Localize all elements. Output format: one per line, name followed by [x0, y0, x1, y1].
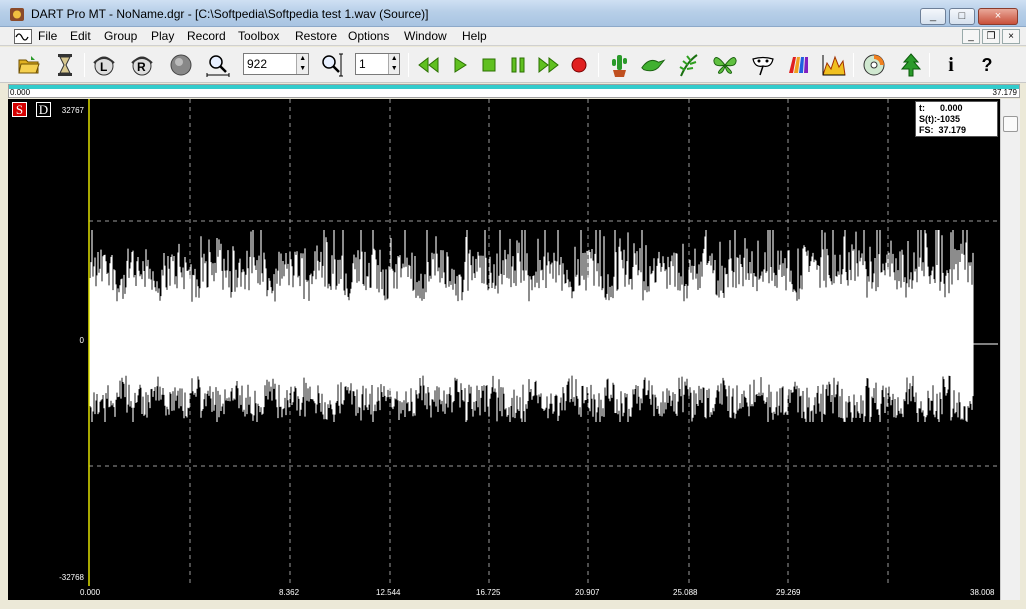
cursor-info-box: t: 0.000 S(t):-1035 FS: 37.179	[915, 101, 998, 137]
window-bottom-edge	[0, 600, 1026, 609]
rewind-icon[interactable]	[415, 52, 441, 78]
bird-icon[interactable]	[640, 52, 666, 78]
play-left-channel-icon[interactable]: L	[91, 52, 117, 78]
waveform-signal	[89, 230, 974, 422]
menu-window[interactable]: Window	[404, 29, 447, 43]
ruler-start-label: 0.000	[10, 88, 31, 97]
pause-icon[interactable]	[505, 52, 531, 78]
cursor-fs-readout: FS: 37.179	[919, 125, 967, 135]
toolbar: L R ▲▼ ▲▼	[0, 47, 1026, 83]
position-ruler[interactable]: 0.000 37.179	[8, 84, 1020, 98]
title-bar: DART Pro MT - NoName.dgr - [C:\Softpedia…	[0, 0, 1026, 27]
fern-icon[interactable]	[676, 52, 702, 78]
x-tick-label: 12.544	[376, 588, 401, 597]
x-tick-label: 20.907	[575, 588, 600, 597]
play-icon[interactable]	[447, 52, 473, 78]
y-max-label: 32767	[61, 106, 84, 115]
waveform-plot[interactable]: S D 32767 0 -32768 0.000 8.362 12.544 16…	[8, 99, 1000, 600]
menu-edit[interactable]: Edit	[70, 29, 91, 43]
tree-icon[interactable]	[898, 52, 924, 78]
cursor-sample-readout: S(t):-1035	[919, 114, 961, 124]
spin-down-icon[interactable]: ▼	[297, 64, 308, 74]
mdi-restore-button[interactable]: ❐	[982, 29, 1000, 44]
hourglass-icon[interactable]	[52, 52, 78, 78]
x-tick-label: 38.008	[970, 588, 995, 597]
spectrum-icon[interactable]	[786, 52, 812, 78]
minimize-button[interactable]: _	[920, 8, 946, 25]
menu-help[interactable]: Help	[462, 29, 487, 43]
stop-icon[interactable]	[476, 52, 502, 78]
vertical-scrollbar[interactable]	[1000, 99, 1020, 600]
window-title: DART Pro MT - NoName.dgr - [C:\Softpedia…	[31, 7, 429, 21]
open-folder-icon[interactable]	[16, 52, 42, 78]
ruler-progress-bar	[9, 85, 1019, 89]
play-right-channel-icon[interactable]: R	[129, 52, 155, 78]
help-question-icon[interactable]: ?	[974, 52, 1000, 78]
waveform-doc-icon[interactable]	[14, 29, 32, 44]
x-tick-label: 25.088	[673, 588, 698, 597]
fast-forward-icon[interactable]	[536, 52, 562, 78]
info-icon[interactable]: i	[938, 52, 964, 78]
cursor-time-readout: t: 0.000	[919, 103, 963, 113]
svg-text:L: L	[100, 60, 107, 74]
x-tick-label: 16.725	[476, 588, 501, 597]
zoom-vertical-icon[interactable]	[318, 52, 344, 78]
x-tick-label: 8.362	[279, 588, 300, 597]
mask-icon[interactable]	[750, 52, 776, 78]
zoom-input[interactable]	[244, 54, 297, 74]
x-tick-label: 29.269	[776, 588, 801, 597]
source-toggle-button[interactable]: S	[12, 102, 27, 117]
scroll-thumb[interactable]	[1003, 116, 1018, 132]
menu-file[interactable]: File	[38, 29, 57, 43]
menu-options[interactable]: Options	[348, 29, 389, 43]
svg-text:R: R	[137, 60, 146, 74]
x-tick-label: 0.000	[80, 588, 101, 597]
graph-analysis-icon[interactable]	[821, 52, 847, 78]
channel-spinner[interactable]: ▲▼	[355, 53, 400, 75]
spin-up-icon[interactable]: ▲	[389, 54, 399, 64]
spin-up-icon[interactable]: ▲	[297, 54, 308, 64]
maximize-button[interactable]: □	[949, 8, 975, 25]
record-icon[interactable]	[566, 52, 592, 78]
menu-restore[interactable]: Restore	[295, 29, 337, 43]
menu-toolbox[interactable]: Toolbox	[238, 29, 279, 43]
app-icon[interactable]	[9, 7, 25, 22]
mdi-minimize-button[interactable]: _	[962, 29, 980, 44]
record-disc-icon[interactable]	[168, 52, 194, 78]
y-min-label: -32768	[59, 573, 84, 582]
mdi-close-button[interactable]: ×	[1002, 29, 1020, 44]
menu-play[interactable]: Play	[151, 29, 174, 43]
channel-input[interactable]	[356, 54, 389, 74]
menu-bar: File Edit Group Play Record Toolbox Rest…	[0, 27, 1026, 46]
y-zero-label: 0	[79, 336, 84, 345]
close-button[interactable]: ×	[978, 8, 1018, 25]
spin-down-icon[interactable]: ▼	[389, 64, 399, 74]
ruler-end-label: 37.179	[992, 88, 1017, 97]
zoom-horizontal-icon[interactable]	[205, 52, 231, 78]
menu-record[interactable]: Record	[187, 29, 226, 43]
zoom-spinner[interactable]: ▲▼	[243, 53, 309, 75]
disc-burn-icon[interactable]	[861, 52, 887, 78]
butterfly-icon[interactable]	[712, 52, 738, 78]
waveform-canvas[interactable]	[8, 99, 1000, 600]
cactus-icon[interactable]	[606, 52, 632, 78]
menu-group[interactable]: Group	[104, 29, 137, 43]
